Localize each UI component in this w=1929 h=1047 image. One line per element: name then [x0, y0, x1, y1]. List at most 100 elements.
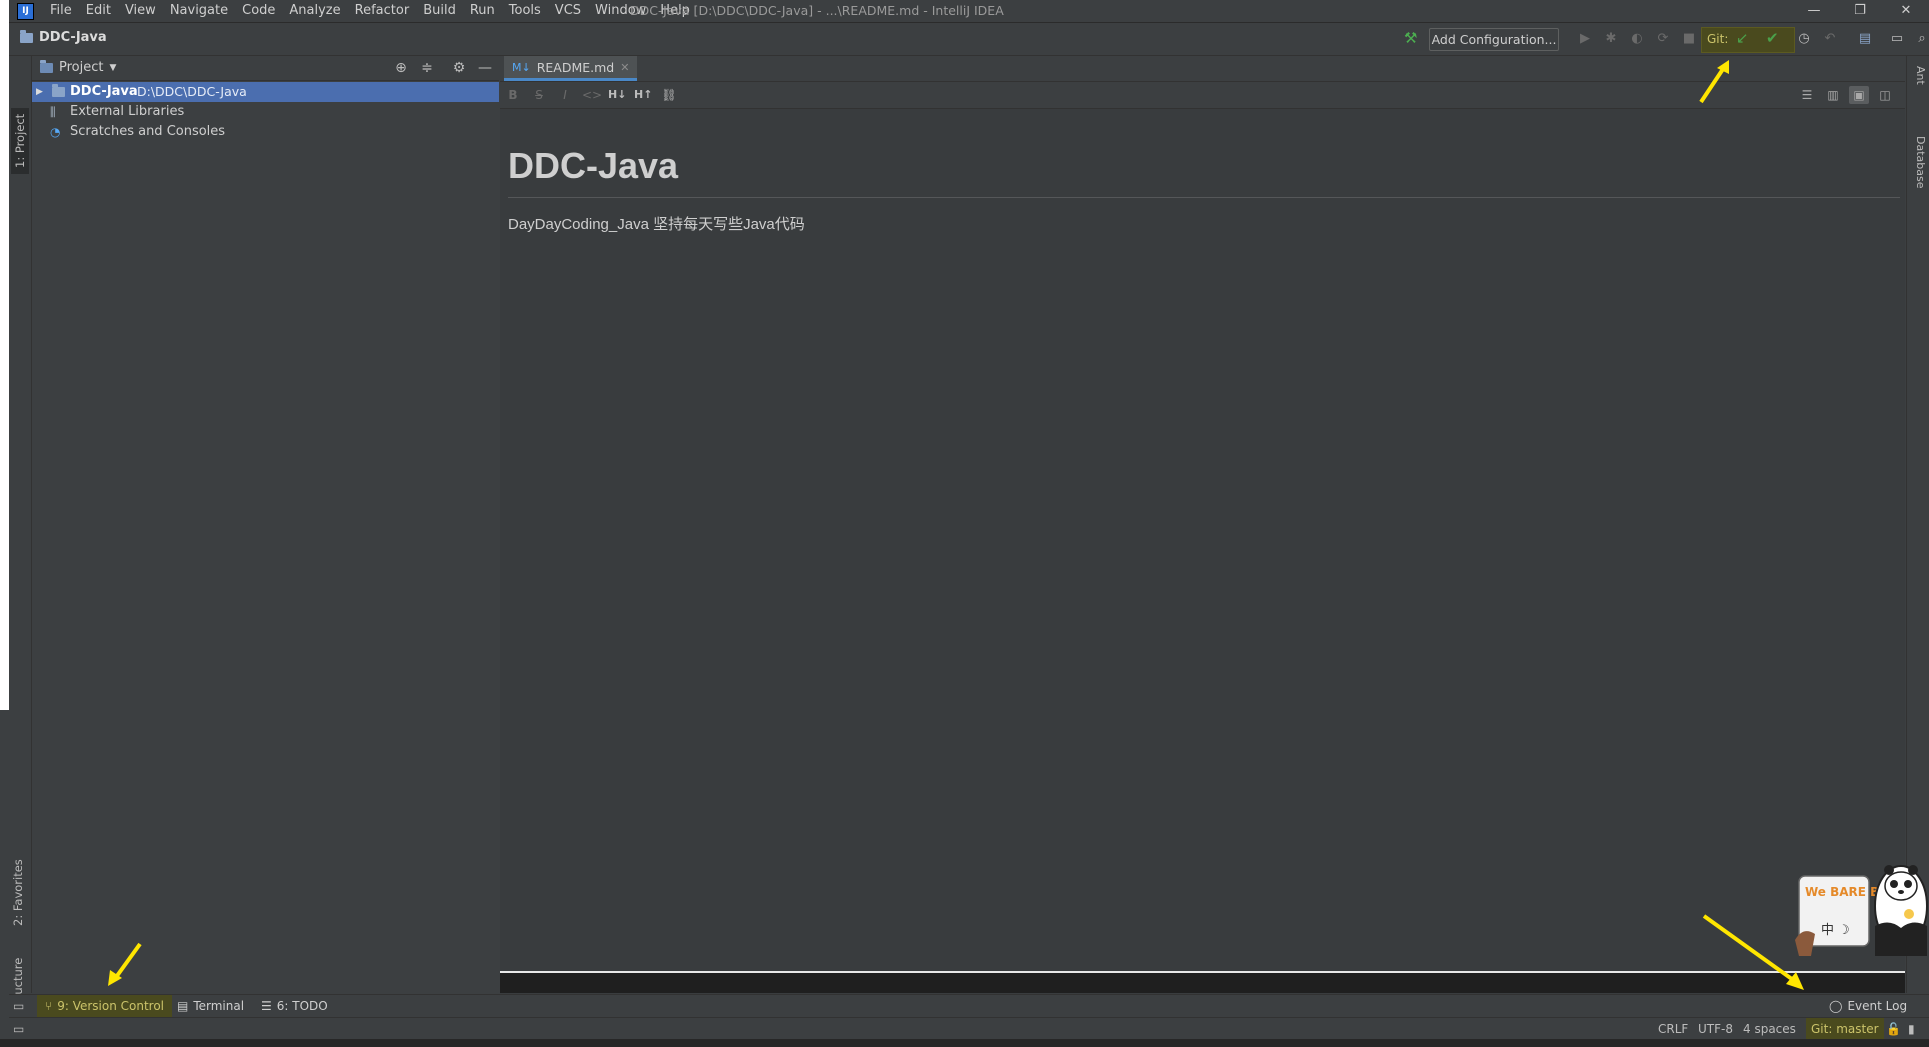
- bears-mascot-widget: We BARE BEARS 中 ☽: [1795, 865, 1928, 956]
- menu-view[interactable]: View: [118, 0, 163, 22]
- editor-tab-bar: M↓ README.md ✕: [500, 56, 1905, 82]
- history-icon[interactable]: ◷: [1794, 29, 1814, 49]
- tab-todo[interactable]: ☰ 6: TODO: [261, 995, 328, 1018]
- line-separator-widget[interactable]: CRLF: [1658, 1018, 1688, 1040]
- layout-toggle-icon[interactable]: ◫: [1875, 86, 1895, 104]
- menu-edit[interactable]: Edit: [79, 0, 118, 22]
- tab-version-control[interactable]: ⑂ 9: Version Control: [37, 995, 173, 1018]
- git-commit-icon[interactable]: ✔: [1766, 29, 1779, 47]
- menu-run[interactable]: Run: [463, 0, 502, 22]
- nav-breadcrumb-project[interactable]: DDC-Java: [20, 29, 107, 45]
- readonly-lock-icon[interactable]: 🔓: [1886, 1018, 1901, 1040]
- preview-heading: DDC-Java: [508, 145, 679, 186]
- right-tool-stripe: Ant Database: [1906, 56, 1929, 993]
- status-panel-icon[interactable]: ▭: [13, 1018, 24, 1040]
- tab-readme[interactable]: M↓ README.md ✕: [504, 56, 638, 81]
- menu-analyze[interactable]: Analyze: [282, 0, 347, 22]
- scratches-icon: ◔: [50, 125, 61, 139]
- tree-item-scratches[interactable]: ◔ Scratches and Consoles: [32, 122, 499, 142]
- locate-target-icon[interactable]: ⊕: [392, 59, 410, 77]
- close-button[interactable]: ✕: [1883, 0, 1929, 22]
- bold-button[interactable]: B: [504, 86, 522, 104]
- memory-indicator-icon[interactable]: ▮: [1908, 1018, 1915, 1040]
- menu-code[interactable]: Code: [235, 0, 282, 22]
- hide-panel-icon[interactable]: —: [476, 59, 494, 77]
- restore-button[interactable]: ❐: [1837, 0, 1883, 22]
- tab-terminal-label: Terminal: [193, 999, 245, 1013]
- toggle-toolwindows-icon[interactable]: ▭: [13, 999, 24, 1013]
- stop-icon[interactable]: ■: [1679, 29, 1699, 49]
- window-title: DDC-Java [D:\DDC\DDC-Java] - ...\README.…: [630, 3, 1004, 18]
- tab-event-log-label: Event Log: [1847, 999, 1908, 1013]
- tab-database-toolwindow[interactable]: Database: [1914, 136, 1927, 189]
- code-button[interactable]: <>: [582, 86, 602, 104]
- project-panel-title: Project: [59, 60, 104, 75]
- menu-navigate[interactable]: Navigate: [163, 0, 235, 22]
- header-down-button[interactable]: H↓: [608, 86, 626, 104]
- project-view-selector[interactable]: Project ▼: [40, 59, 117, 75]
- tab-project-toolwindow[interactable]: 1: Project: [11, 107, 29, 174]
- tab-readme-label: README.md: [536, 59, 615, 75]
- git-branch-widget[interactable]: Git: master: [1806, 1018, 1884, 1040]
- heading-rule: [508, 197, 1900, 198]
- rollback-icon[interactable]: ↶: [1820, 29, 1840, 49]
- todo-icon: ☰: [261, 999, 272, 1013]
- window-controls: — ❐ ✕: [1791, 0, 1929, 22]
- tab-favorites-toolwindow[interactable]: 2: Favorites: [11, 859, 25, 926]
- git-update-project-icon[interactable]: ↙: [1736, 29, 1749, 47]
- project-view-icon: [40, 59, 53, 73]
- collapse-all-icon[interactable]: ≑: [418, 59, 436, 77]
- menu-refactor[interactable]: Refactor: [348, 0, 417, 22]
- menu-file[interactable]: File: [43, 0, 79, 22]
- tree-item-external-libraries[interactable]: ⫼ External Libraries: [32, 102, 499, 122]
- add-configuration-button[interactable]: Add Configuration...: [1429, 28, 1559, 51]
- split-view-icon[interactable]: ▥: [1823, 86, 1843, 104]
- presentation-icon[interactable]: ▭: [1887, 29, 1907, 49]
- menu-build[interactable]: Build: [416, 0, 463, 22]
- tree-item-label: External Libraries: [70, 104, 185, 119]
- tool-window-bar: ▭ ⑂ 9: Version Control ▤ Terminal ☰ 6: T…: [9, 994, 1929, 1018]
- profile-icon[interactable]: ⟳: [1653, 29, 1673, 49]
- link-icon[interactable]: ⛓: [660, 86, 678, 104]
- tab-terminal[interactable]: ▤ Terminal: [177, 995, 244, 1018]
- project-tool-window: Project ▼ ⊕ ≑ ⚙ — ▶ DDC-Java D:\DDC\DDC-…: [32, 56, 499, 993]
- tree-item-label: Scratches and Consoles: [70, 124, 226, 139]
- tab-version-control-label: 9: Version Control: [57, 999, 165, 1013]
- gear-icon[interactable]: ⚙: [450, 59, 468, 77]
- preview-paragraph: DayDayCoding_Java 坚持每天写些Java代码: [508, 216, 805, 233]
- menu-tools[interactable]: Tools: [502, 0, 548, 22]
- branch-icon: ⑂: [45, 999, 53, 1013]
- menu-vcs[interactable]: VCS: [548, 0, 588, 22]
- italic-button[interactable]: I: [556, 86, 574, 104]
- tree-item-ddc-java[interactable]: ▶ DDC-Java D:\DDC\DDC-Java: [32, 82, 499, 102]
- preview-only-view-icon[interactable]: ▣: [1849, 86, 1869, 104]
- title-menu-bar: IJ File Edit View Navigate Code Analyze …: [9, 0, 1929, 23]
- indent-widget[interactable]: 4 spaces: [1743, 1018, 1796, 1040]
- project-panel-header: Project ▼ ⊕ ≑ ⚙ —: [32, 56, 499, 81]
- search-everywhere-icon[interactable]: ⌕: [1912, 29, 1929, 49]
- project-structure-icon[interactable]: ▤: [1855, 29, 1875, 49]
- strikethrough-button[interactable]: S: [530, 86, 548, 104]
- header-up-button[interactable]: H↑: [634, 86, 652, 104]
- tab-ant-toolwindow[interactable]: Ant: [1914, 66, 1927, 85]
- main-menu: File Edit View Navigate Code Analyze Ref…: [43, 0, 697, 22]
- left-tool-stripe: 1: Project 2: Favorites 7: Structure: [9, 56, 32, 1026]
- debug-icon[interactable]: ✱: [1601, 29, 1621, 49]
- chevron-down-icon: ▼: [109, 62, 117, 73]
- tab-event-log[interactable]: ◯ Event Log: [1829, 995, 1907, 1018]
- os-taskbar-edge: [0, 1039, 1929, 1047]
- encoding-widget[interactable]: UTF-8: [1698, 1018, 1733, 1040]
- mascot-ime-text: 中 ☽: [1821, 923, 1850, 938]
- navigation-toolbar: DDC-Java ⚒ Add Configuration... ▶ ✱ ◐ ⟳ …: [9, 23, 1929, 56]
- minimize-button[interactable]: —: [1791, 0, 1837, 22]
- build-hammer-icon[interactable]: ⚒: [1404, 29, 1417, 47]
- expand-arrow-icon[interactable]: ▶: [36, 82, 43, 102]
- intellij-logo-icon: IJ: [17, 3, 34, 20]
- editor-only-view-icon[interactable]: ☰: [1797, 86, 1817, 104]
- tab-todo-label: 6: TODO: [276, 999, 328, 1013]
- close-tab-icon[interactable]: ✕: [620, 61, 629, 74]
- coverage-icon[interactable]: ◐: [1627, 29, 1647, 49]
- tree-item-path: D:\DDC\DDC-Java: [137, 84, 247, 99]
- status-bar: ▭ CRLF UTF-8 4 spaces Git: master 🔓 ▮: [9, 1017, 1929, 1040]
- run-icon[interactable]: ▶: [1575, 29, 1595, 49]
